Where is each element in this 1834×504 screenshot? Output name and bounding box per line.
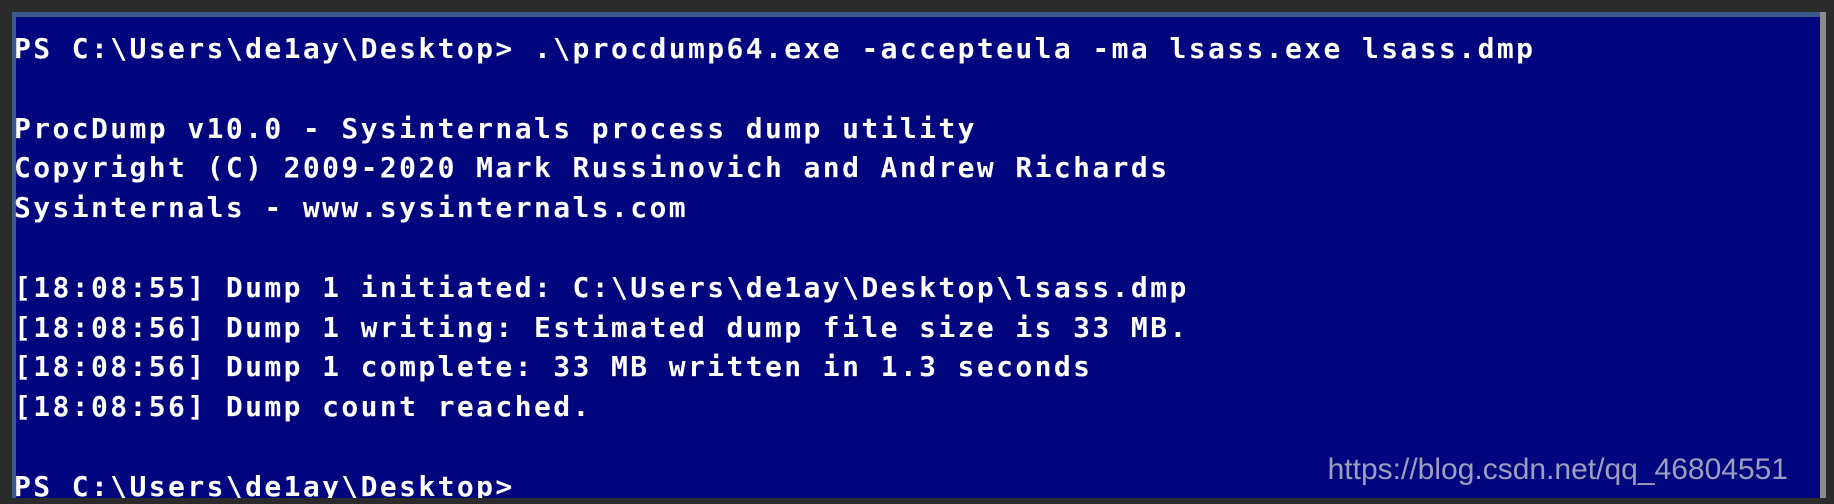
log-line: [18:08:56] Dump 1 complete: 33 MB writte… [14,350,1093,384]
prompt-text: PS C:\Users\de1ay\Desktop> [14,469,534,498]
console-output: PS C:\Users\de1ay\Desktop> .\procdump64.… [14,29,1535,498]
console-top-border [12,12,1826,17]
log-line: [18:08:55] Dump 1 initiated: C:\Users\de… [14,270,1189,304]
log-line: [18:08:56] Dump 1 writing: Estimated dum… [14,310,1189,344]
watermark-url: https://blog.csdn.net/qq_46804551 [1327,453,1788,486]
prompt-line[interactable]: PS C:\Users\de1ay\Desktop> [14,467,1535,498]
powershell-console[interactable]: PS C:\Users\de1ay\Desktop> .\procdump64.… [12,12,1826,498]
console-scrollbar-edge[interactable] [1820,12,1826,498]
command-line: PS C:\Users\de1ay\Desktop> .\procdump64.… [14,32,1536,65]
output-line: ProcDump v10.0 - Sysinternals process du… [14,111,977,145]
output-line: Sysinternals - www.sysinternals.com [14,191,689,225]
screenshot-frame: PS C:\Users\de1ay\Desktop> .\procdump64.… [0,0,1834,504]
output-line: Copyright (C) 2009-2020 Mark Russinovich… [14,151,1170,185]
log-line: [18:08:56] Dump count reached. [14,390,592,424]
